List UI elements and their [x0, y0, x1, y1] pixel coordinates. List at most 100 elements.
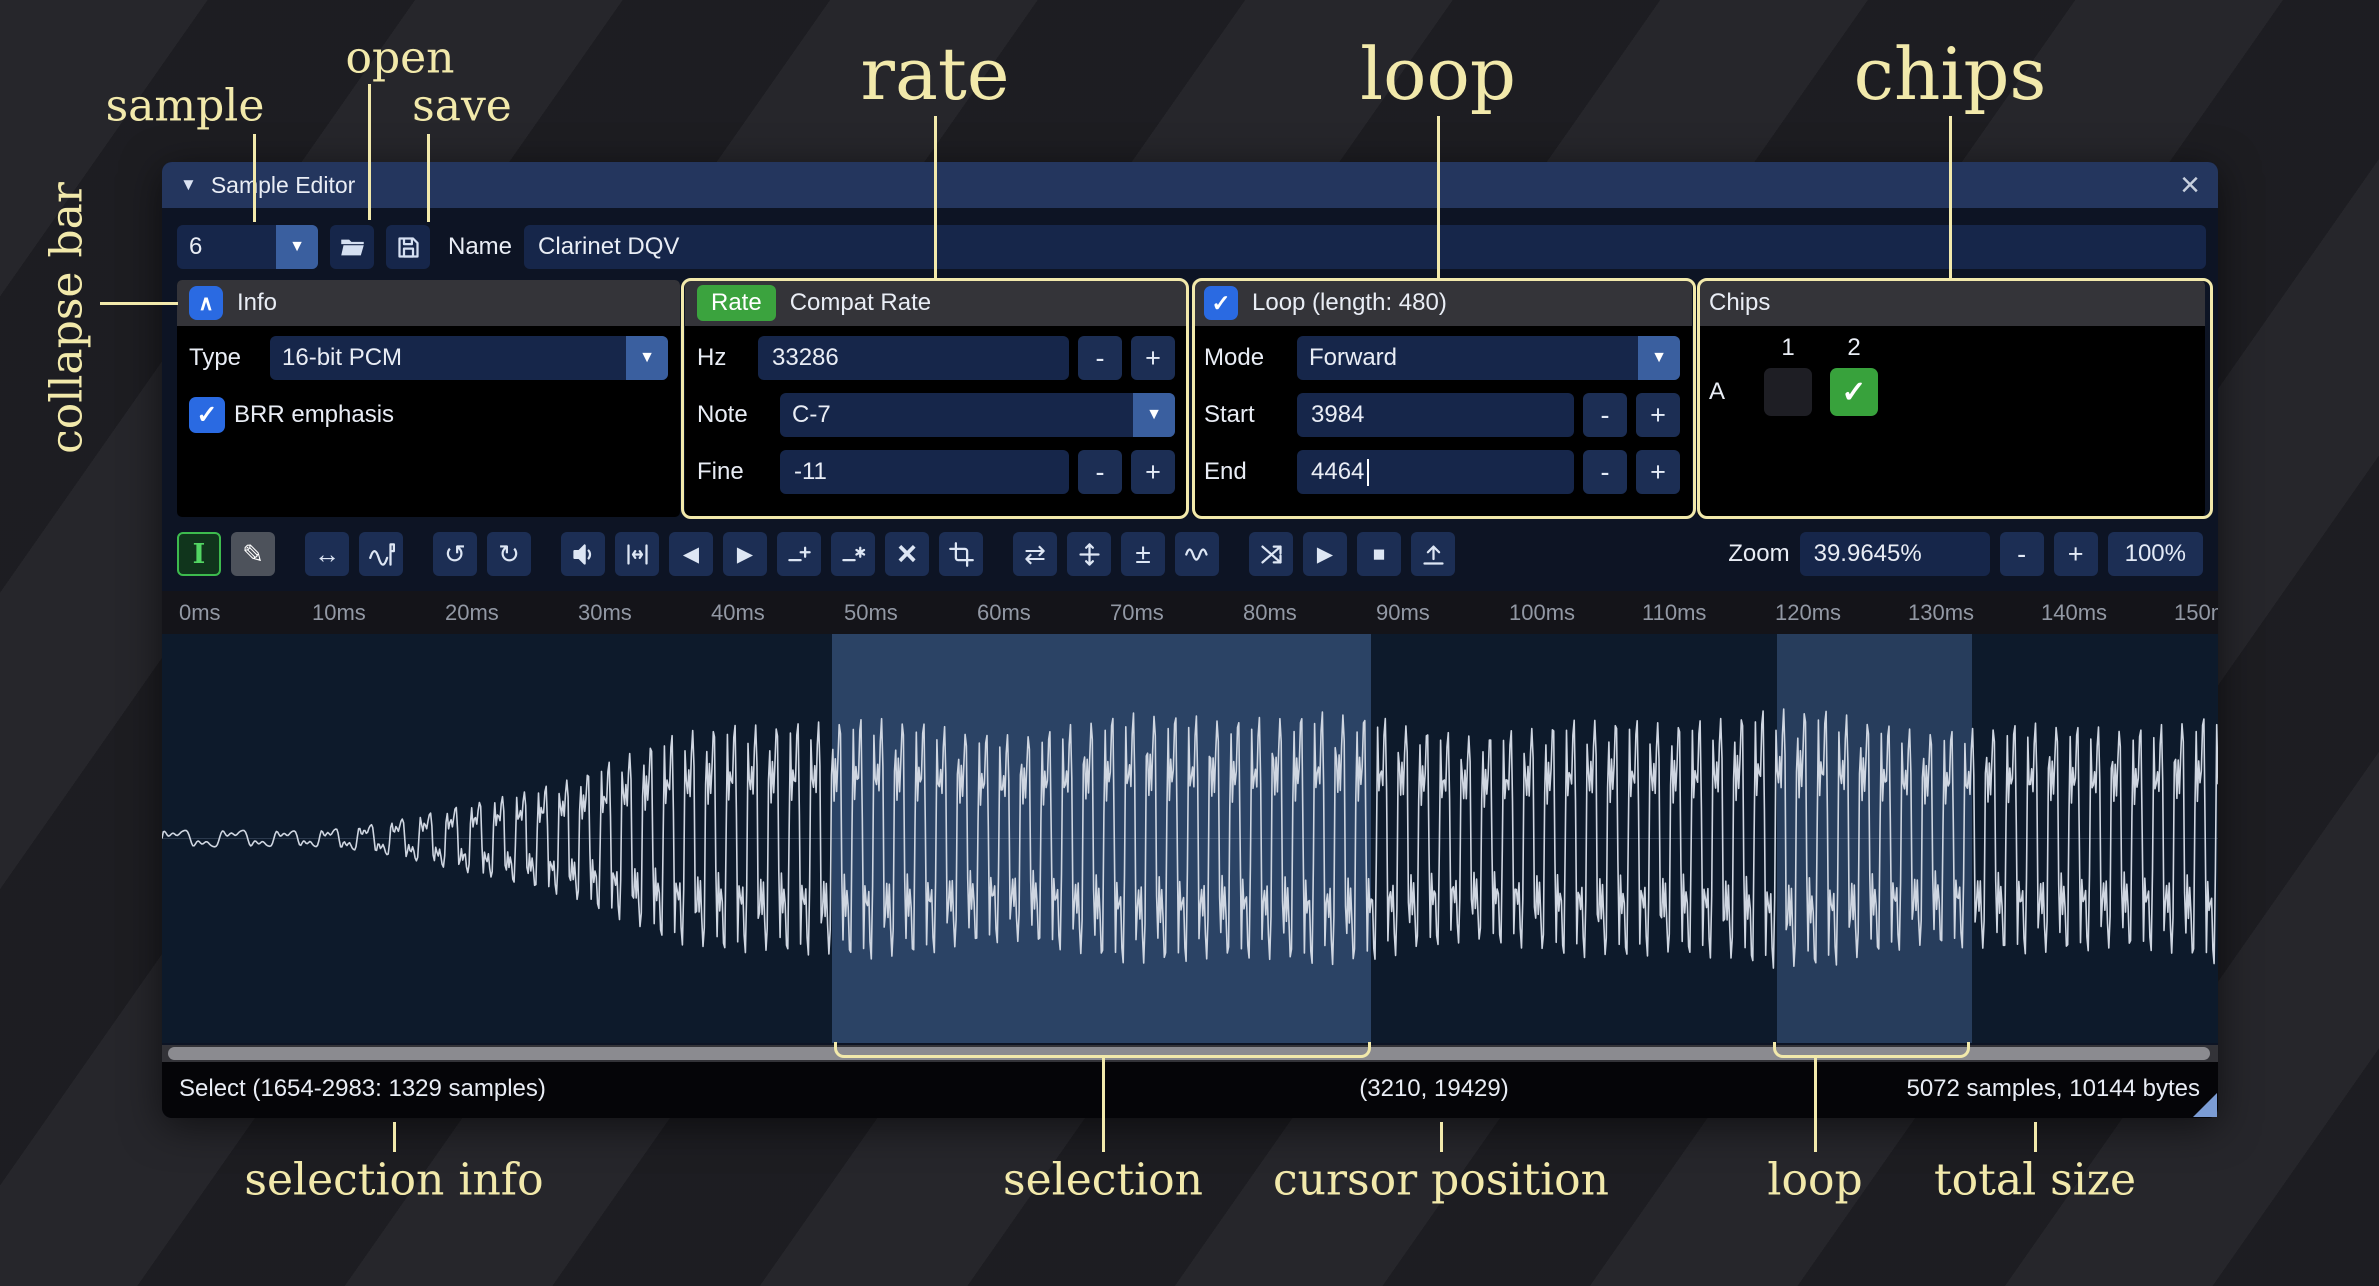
toolbar-trim-button[interactable] — [939, 532, 983, 576]
hz-minus-button[interactable]: - — [1078, 336, 1122, 380]
fine-minus-button[interactable]: - — [1078, 450, 1122, 494]
toolbar-normalize-button[interactable] — [615, 532, 659, 576]
toolbar-reverse-button[interactable]: ⇄ — [1013, 532, 1057, 576]
loop-start-plus-button[interactable]: + — [1636, 393, 1680, 437]
upload-icon — [1420, 541, 1447, 568]
annotation-loop: loop — [1360, 32, 1516, 116]
save-button[interactable] — [386, 225, 430, 269]
zoom-in-button[interactable]: + — [2054, 532, 2098, 576]
rate-button[interactable]: Rate — [697, 285, 776, 321]
toolbar-resample-button[interactable] — [359, 532, 403, 576]
toolbar-delete-button[interactable]: × — [885, 532, 929, 576]
zoom-label: Zoom — [1728, 540, 1789, 568]
toolbar-buttons: I✎↔↺↻◀▶×⇄±▶■ — [177, 532, 1455, 576]
dash-star-icon — [840, 541, 867, 568]
annotation-line-total-size — [2034, 1122, 2037, 1152]
toolbar-fade-in-button[interactable]: ◀ — [669, 532, 713, 576]
toolbar-apply-silence-button[interactable] — [831, 532, 875, 576]
save-icon — [395, 234, 422, 261]
resize-grip[interactable] — [2193, 1093, 2217, 1117]
sample-number-select[interactable]: 6 ▼ — [177, 225, 318, 269]
toolbar-amplify-button[interactable] — [561, 532, 605, 576]
loop-start-input[interactable]: 3984 — [1297, 393, 1574, 437]
toolbar-create-instrument-button[interactable] — [1411, 532, 1455, 576]
resize-icon: ↔ — [314, 541, 340, 567]
toolbar-filter-button[interactable] — [1175, 532, 1219, 576]
ruler-label: 50ms — [844, 600, 898, 626]
toolbar-resize-button[interactable]: ↔ — [305, 532, 349, 576]
type-select[interactable]: 16-bit PCM ▼ — [270, 336, 668, 380]
toolbar: I✎↔↺↻◀▶×⇄±▶■ Zoom 39.9645% - + 100% — [177, 528, 2203, 580]
chip-column-1-label: 1 — [1781, 334, 1794, 362]
sample-number-value: 6 — [177, 233, 276, 261]
speaker-icon — [570, 541, 597, 568]
plusminus-icon: ± — [1135, 540, 1150, 568]
loop-enabled-checkbox[interactable]: ✓ — [1204, 286, 1238, 320]
zoom-out-button[interactable]: - — [2000, 532, 2044, 576]
chip-2-checkbox[interactable]: ✓ — [1830, 368, 1878, 416]
collapse-info-button[interactable]: ∧ — [189, 286, 223, 320]
loop-end-input[interactable]: 4464 — [1297, 450, 1574, 494]
toolbar-undo-button[interactable]: ↺ — [433, 532, 477, 576]
page-background: ▼ Sample Editor × 6 ▼ Name Cl — [0, 0, 2379, 1286]
chips-panel-title: Chips — [1709, 289, 1770, 317]
toolbar-invert-button[interactable] — [1067, 532, 1111, 576]
ruler-label: 110ms — [1642, 600, 1706, 626]
chevron-down-icon[interactable]: ▼ — [276, 225, 318, 269]
note-select[interactable]: C-7 ▼ — [780, 393, 1175, 437]
hz-input[interactable]: 33286 — [758, 336, 1069, 380]
rate-panel-title: Compat Rate — [790, 289, 931, 317]
chevron-down-icon[interactable]: ▼ — [1133, 393, 1175, 437]
shuffle-icon — [1258, 541, 1285, 568]
loop-mode-select[interactable]: Forward ▼ — [1297, 336, 1680, 380]
annotation-rate: rate — [861, 32, 1010, 116]
type-value: 16-bit PCM — [270, 344, 626, 372]
invert-icon — [1076, 541, 1103, 568]
ruler-label: 100ms — [1509, 600, 1575, 626]
chip-1-checkbox[interactable] — [1764, 368, 1812, 416]
status-bar: Select (1654-2983: 1329 samples) (3210, … — [162, 1062, 2218, 1118]
toolbar-select-mode-button[interactable]: I — [177, 532, 221, 576]
zoom-input[interactable]: 39.9645% — [1800, 532, 1990, 576]
close-icon[interactable]: × — [2180, 168, 2200, 202]
toolbar-draw-mode-button[interactable]: ✎ — [231, 532, 275, 576]
window-titlebar[interactable]: ▼ Sample Editor × — [162, 162, 2218, 208]
note-label: Note — [697, 401, 771, 429]
waveform-scrollbar[interactable] — [162, 1045, 2218, 1062]
toolbar-preview-play-button[interactable]: ▶ — [1303, 532, 1347, 576]
waveform-area[interactable] — [162, 634, 2218, 1043]
toolbar-preview-stop-button[interactable]: ■ — [1357, 532, 1401, 576]
chevron-down-icon[interactable]: ▼ — [1638, 336, 1680, 380]
ruler-label: 20ms — [445, 600, 499, 626]
scrollbar-thumb[interactable] — [168, 1047, 2210, 1060]
check-icon: ✓ — [1211, 290, 1230, 317]
crop-icon — [948, 541, 975, 568]
loop-end-plus-button[interactable]: + — [1636, 450, 1680, 494]
hz-plus-button[interactable]: + — [1131, 336, 1175, 380]
open-button[interactable] — [330, 225, 374, 269]
loop-start-minus-button[interactable]: - — [1583, 393, 1627, 437]
zoom-reset-button[interactable]: 100% — [2108, 532, 2203, 576]
ibeam-icon: I — [193, 541, 206, 568]
toolbar-fade-out-button[interactable]: ▶ — [723, 532, 767, 576]
waveform-plot — [162, 634, 2218, 1043]
chip-column-2-label: 2 — [1847, 334, 1860, 362]
toolbar-crossfade-button[interactable] — [1249, 532, 1293, 576]
dash-plus-icon — [786, 541, 813, 568]
toolbar-redo-button[interactable]: ↻ — [487, 532, 531, 576]
collapse-window-icon[interactable]: ▼ — [180, 175, 197, 195]
toolbar-signed-unsigned-button[interactable]: ± — [1121, 532, 1165, 576]
brr-emphasis-checkbox[interactable]: ✓ — [189, 397, 225, 433]
ruler-label: 30ms — [578, 600, 632, 626]
stop-icon: ■ — [1373, 544, 1386, 565]
chevron-down-icon[interactable]: ▼ — [626, 336, 668, 380]
fine-plus-button[interactable]: + — [1131, 450, 1175, 494]
toolbar-insert-silence-button[interactable] — [777, 532, 821, 576]
fine-input[interactable]: -11 — [780, 450, 1069, 494]
zoom-value: 39.9645% — [1814, 540, 1922, 568]
loop-end-minus-button[interactable]: - — [1583, 450, 1627, 494]
check-icon: ✓ — [197, 400, 218, 430]
annotation-sample: sample — [106, 81, 265, 132]
name-input[interactable]: Clarinet DQV — [524, 225, 2206, 269]
ruler-label: 150ms — [2174, 600, 2218, 626]
